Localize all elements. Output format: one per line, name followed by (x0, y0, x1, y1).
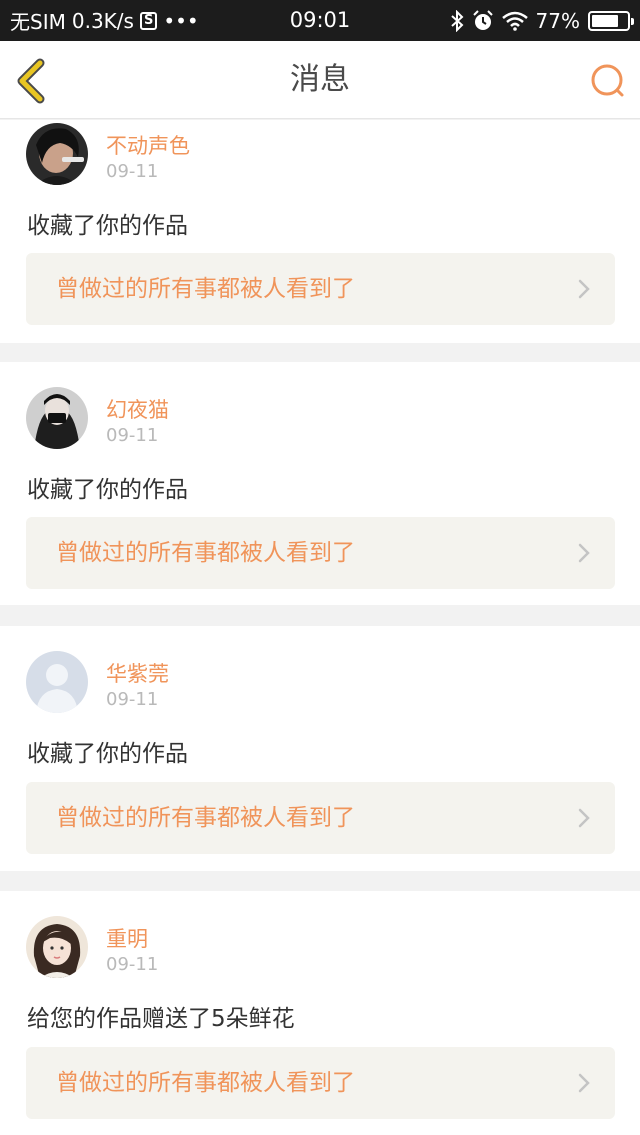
avatar[interactable] (26, 387, 88, 449)
illustrated-girl-avatar (26, 916, 88, 978)
status-bar: 无SIM 0.3K/s S ••• 09:01 77% (0, 0, 640, 41)
s-badge-icon: S (139, 11, 158, 30)
chevron-right-icon (578, 808, 590, 828)
battery-fill (592, 14, 619, 27)
message-time: 09-11 (106, 954, 159, 975)
message-action: 收藏了你的作品 (27, 213, 188, 239)
dark-portrait-avatar (26, 123, 88, 185)
work-link[interactable]: 曾做过的所有事都被人看到了 (26, 253, 615, 325)
work-link[interactable]: 曾做过的所有事都被人看到了 (26, 782, 615, 854)
status-right: 77% (450, 0, 634, 41)
message-time: 09-11 (106, 161, 159, 182)
more-dots-icon: ••• (163, 8, 199, 33)
username[interactable]: 重明 (106, 923, 148, 953)
message-list[interactable]: 不动声色 09-11 收藏了你的作品 曾做过的所有事都被人看到了 幻夜猫 09-… (0, 120, 640, 1135)
username[interactable]: 华紫莞 (106, 658, 169, 688)
masked-figure-avatar (26, 387, 88, 449)
avatar[interactable] (26, 123, 88, 185)
work-link[interactable]: 曾做过的所有事都被人看到了 (26, 517, 615, 589)
work-link[interactable]: 曾做过的所有事都被人看到了 (26, 1047, 615, 1119)
default-user-avatar (26, 651, 88, 713)
wifi-icon (501, 11, 528, 31)
search-icon[interactable] (588, 61, 628, 101)
message-time: 09-11 (106, 425, 159, 446)
battery-icon (588, 10, 634, 31)
battery-percent: 77% (535, 8, 580, 33)
work-title: 曾做过的所有事都被人看到了 (56, 540, 355, 566)
message-card: 重明 09-11 给您的作品赠送了5朵鲜花 曾做过的所有事都被人看到了 (0, 891, 640, 1135)
message-action: 收藏了你的作品 (27, 477, 188, 503)
status-left: 无SIM 0.3K/s S ••• (10, 0, 199, 41)
chevron-right-icon (578, 279, 590, 299)
work-title: 曾做过的所有事都被人看到了 (56, 276, 355, 302)
avatar[interactable] (26, 651, 88, 713)
chevron-right-icon (578, 1073, 590, 1093)
carrier-label: 无SIM (10, 10, 66, 34)
message-action: 收藏了你的作品 (27, 741, 188, 767)
work-title: 曾做过的所有事都被人看到了 (56, 805, 355, 831)
bluetooth-icon (450, 9, 463, 32)
username[interactable]: 不动声色 (106, 130, 190, 160)
network-speed: 0.3K/s (71, 8, 134, 33)
chevron-right-icon (578, 543, 590, 563)
message-action: 给您的作品赠送了5朵鲜花 (27, 1006, 295, 1032)
message-card: 幻夜猫 09-11 收藏了你的作品 曾做过的所有事都被人看到了 (0, 362, 640, 605)
message-card: 华紫莞 09-11 收藏了你的作品 曾做过的所有事都被人看到了 (0, 626, 640, 871)
avatar[interactable] (26, 916, 88, 978)
message-time: 09-11 (106, 689, 159, 710)
work-title: 曾做过的所有事都被人看到了 (56, 1070, 355, 1096)
message-card: 不动声色 09-11 收藏了你的作品 曾做过的所有事都被人看到了 (0, 120, 640, 343)
nav-bar: 消息 (0, 41, 640, 119)
alarm-icon (472, 9, 493, 30)
page-title: 消息 (290, 62, 350, 97)
username[interactable]: 幻夜猫 (106, 394, 169, 424)
